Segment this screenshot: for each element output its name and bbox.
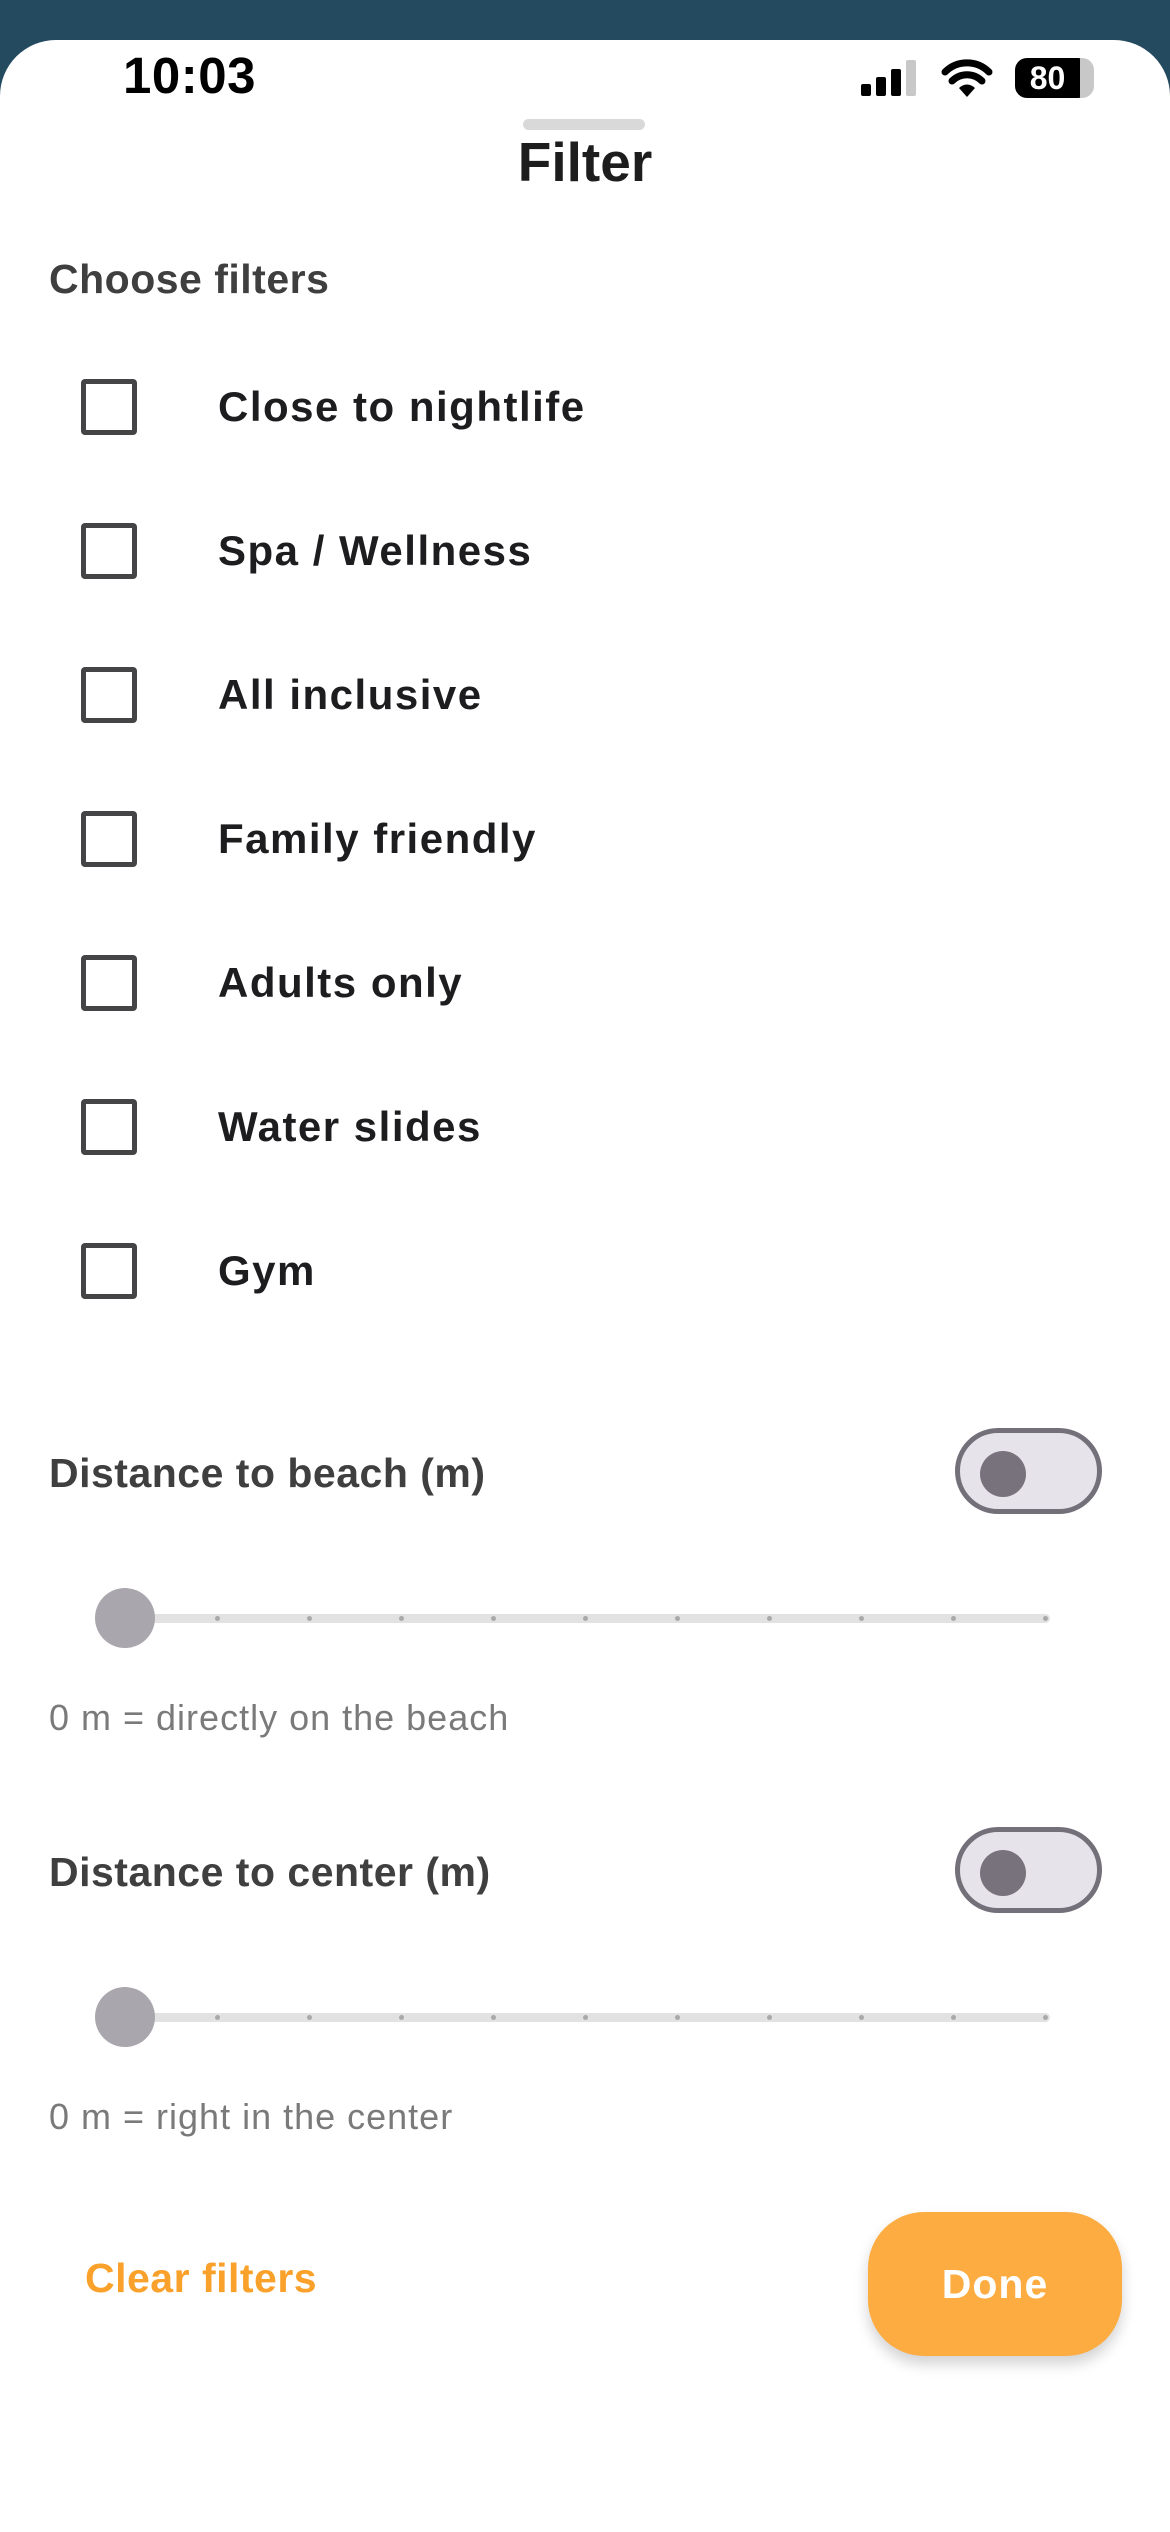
slider-tick <box>951 1616 956 1621</box>
wifi-icon <box>941 59 993 97</box>
clear-filters-button[interactable]: Clear filters <box>85 2255 317 2302</box>
filter-option-label: Gym <box>218 1247 316 1294</box>
slider-tick <box>767 1616 772 1621</box>
toggle-knob <box>980 1451 1026 1497</box>
slider-tick <box>583 2015 588 2020</box>
checkbox[interactable] <box>81 955 137 1011</box>
done-button[interactable]: Done <box>868 2212 1122 2356</box>
slider-tick <box>859 1616 864 1621</box>
slider-tick <box>767 2015 772 2020</box>
slider-tick <box>491 2015 496 2020</box>
filter-option[interactable]: Close to nightlife <box>0 347 1170 467</box>
checkbox[interactable] <box>81 523 137 579</box>
beach-distance-label: Distance to beach (m) <box>49 1450 486 1496</box>
slider-tick <box>951 2015 956 2020</box>
beach-distance-toggle[interactable] <box>955 1428 1102 1514</box>
filter-option-label: Close to nightlife <box>218 383 586 430</box>
sheet-grabber[interactable] <box>523 119 645 130</box>
center-distance-toggle[interactable] <box>955 1827 1102 1913</box>
filter-option-label: Adults only <box>218 959 464 1006</box>
checkbox[interactable] <box>81 1099 137 1155</box>
center-distance-slider[interactable] <box>95 1982 1050 2052</box>
checkbox[interactable] <box>81 1243 137 1299</box>
slider-thumb[interactable] <box>95 1987 155 2047</box>
checkbox[interactable] <box>81 811 137 867</box>
status-icons: 80 <box>861 55 1094 101</box>
slider-tick <box>399 1616 404 1621</box>
filter-option[interactable]: Family friendly <box>0 779 1170 899</box>
page-title: Filter <box>517 131 653 193</box>
checkbox[interactable] <box>81 667 137 723</box>
slider-tick <box>1043 2015 1048 2020</box>
beach-distance-helper: 0 m = directly on the beach <box>49 1697 510 1738</box>
center-distance-label: Distance to center (m) <box>49 1849 491 1895</box>
beach-distance-slider[interactable] <box>95 1583 1050 1653</box>
slider-tick <box>491 1616 496 1621</box>
center-distance-helper: 0 m = right in the center <box>49 2096 454 2137</box>
filter-option-label: All inclusive <box>218 671 483 718</box>
filter-option-label: Water slides <box>218 1103 482 1150</box>
battery-icon: 80 <box>1015 58 1094 98</box>
filter-option[interactable]: Water slides <box>0 1067 1170 1187</box>
slider-tick <box>399 2015 404 2020</box>
slider-tick <box>215 1616 220 1621</box>
slider-tick <box>859 2015 864 2020</box>
slider-tick <box>583 1616 588 1621</box>
slider-thumb[interactable] <box>95 1588 155 1648</box>
slider-tick <box>1043 1616 1048 1621</box>
filter-option[interactable]: Spa / Wellness <box>0 491 1170 611</box>
toggle-knob <box>980 1850 1026 1896</box>
slider-tick <box>675 1616 680 1621</box>
slider-tick <box>215 2015 220 2020</box>
status-time: 10:03 <box>123 47 256 104</box>
filter-option[interactable]: Adults only <box>0 923 1170 1043</box>
checkbox[interactable] <box>81 379 137 435</box>
battery-level: 80 <box>1029 59 1066 96</box>
slider-tick <box>675 2015 680 2020</box>
filter-option-label: Spa / Wellness <box>218 527 533 574</box>
filter-option-label: Family friendly <box>218 815 537 862</box>
filter-option[interactable]: Gym <box>0 1211 1170 1331</box>
signal-icon <box>861 60 916 96</box>
slider-tick <box>307 2015 312 2020</box>
filter-option[interactable]: All inclusive <box>0 635 1170 755</box>
choose-filters-heading: Choose filters <box>49 256 330 302</box>
slider-tick <box>307 1616 312 1621</box>
